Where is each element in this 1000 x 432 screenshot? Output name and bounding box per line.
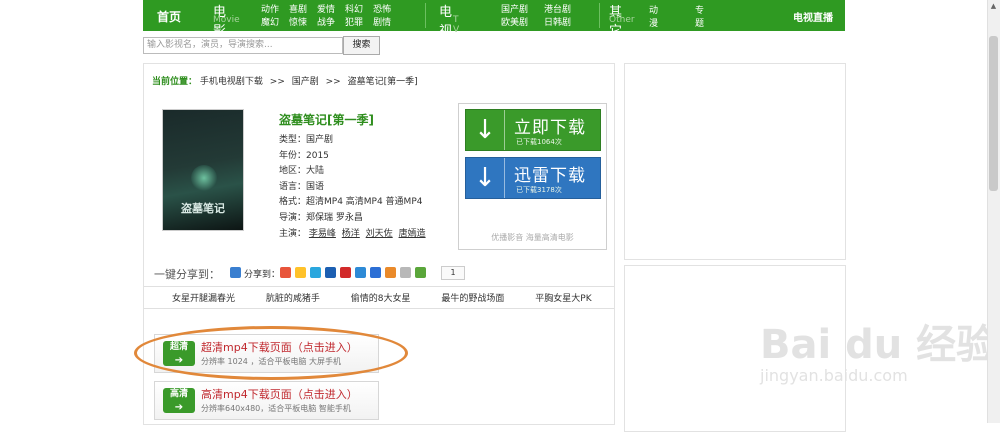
download-now-button[interactable]: ↓ 立即下载 已下载1064次 bbox=[465, 109, 601, 151]
movie-info: 盗墓笔记[第一季] 类型：国产剧 年份：2015 地区：大陆 语言：国语 格式：… bbox=[279, 111, 459, 241]
share-to-label[interactable]: 分享到： bbox=[244, 267, 280, 280]
share-count: 1 bbox=[441, 266, 465, 280]
nav-genre-link[interactable]: 欧美剧 bbox=[501, 15, 528, 28]
nav-genre-link[interactable]: 恐怖 bbox=[373, 2, 391, 15]
nav-tv-link[interactable]: 电 视 剧 bbox=[439, 1, 452, 58]
share-weibo-icon[interactable] bbox=[340, 267, 351, 278]
nav-genre-link[interactable]: 惊悚 bbox=[289, 15, 307, 28]
watermark-brand: Bai du 经验 bbox=[760, 322, 997, 368]
nav-divider bbox=[599, 3, 600, 28]
breadcrumb-link[interactable]: 手机电视剧下载 bbox=[200, 77, 263, 87]
badge-label: 高清 bbox=[169, 389, 188, 399]
breadcrumb-label: 当前位置： bbox=[152, 77, 198, 87]
share-kaixin-icon[interactable] bbox=[355, 267, 366, 278]
nav-home-link[interactable]: 首页 bbox=[157, 8, 181, 25]
movie-type: 类型：国产剧 bbox=[279, 135, 334, 145]
scroll-up-icon[interactable]: ▲ bbox=[987, 0, 1000, 13]
divider bbox=[144, 286, 614, 287]
tag-link[interactable]: 女星开腿漏春光 bbox=[172, 294, 235, 304]
nav-anime-link[interactable]: 动漫 bbox=[649, 3, 658, 29]
share-tencent-icon[interactable] bbox=[310, 267, 321, 278]
share-plus-icon[interactable] bbox=[230, 267, 241, 278]
nav-genre-link[interactable]: 港台剧 bbox=[544, 2, 571, 15]
download-arrow-icon: ↓ bbox=[466, 110, 505, 150]
download-slogan: 优播影音 海量高清电影 bbox=[491, 233, 574, 242]
breadcrumb-link[interactable]: 国产剧 bbox=[292, 77, 319, 87]
nav-genre-link[interactable]: 喜剧 bbox=[289, 2, 307, 15]
share-bar: 一键分享到： bbox=[154, 266, 220, 282]
xunlei-download-count: 已下载3178次 bbox=[516, 186, 562, 194]
download-now-count: 已下载1064次 bbox=[516, 138, 562, 146]
tag-link[interactable]: 偷情的8大女星 bbox=[351, 294, 411, 304]
download-badge-icon: 高清 ➔ bbox=[163, 388, 195, 413]
nav-other-sub: Other bbox=[609, 15, 635, 25]
tag-link[interactable]: 平胸女星大PK bbox=[535, 294, 591, 304]
nav-genre-link[interactable]: 剧情 bbox=[373, 15, 391, 28]
card-title: 高清mp4下载页面（点击进入） bbox=[201, 388, 358, 401]
movie-format: 格式：超清MP4 高清MP4 普通MP4 bbox=[279, 197, 423, 208]
movie-poster[interactable]: 盗墓笔记 bbox=[162, 109, 244, 231]
tag-link[interactable]: 最牛的野战场面 bbox=[441, 294, 504, 304]
movie-cast-label: 主演： bbox=[279, 228, 307, 239]
scrollbar-thumb[interactable] bbox=[989, 36, 998, 191]
cast-link[interactable]: 杨洋 bbox=[342, 229, 360, 239]
sidebar-panel-top bbox=[624, 63, 846, 260]
search-button[interactable]: 搜索 bbox=[343, 36, 380, 55]
sd-download-card[interactable]: 高清 ➔ 高清mp4下载页面（点击进入） 分辨率640x480，适合平板电脑 智… bbox=[154, 381, 379, 420]
nav-tv-live-link[interactable]: 电视直播 bbox=[793, 9, 833, 24]
share-star-icon[interactable] bbox=[295, 267, 306, 278]
share-baidu-icon[interactable] bbox=[370, 267, 381, 278]
movie-language: 语言：国语 bbox=[279, 181, 325, 192]
share-douban-icon[interactable] bbox=[385, 267, 396, 278]
download-arrow-icon: ↓ bbox=[466, 158, 505, 198]
nav-tv-sub: T V bbox=[453, 15, 460, 35]
nav-topic-link[interactable]: 专题 bbox=[695, 3, 704, 29]
breadcrumb-separator: >> bbox=[325, 77, 341, 87]
top-nav-bar: 首页 电 影 Movie 动作 魔幻 喜剧 惊悚 爱情 战争 科幻 犯罪 恐怖 … bbox=[143, 0, 845, 58]
nav-movie-genres: 动作 魔幻 喜剧 惊悚 爱情 战争 科幻 犯罪 恐怖 剧情 bbox=[261, 2, 391, 28]
nav-genre-link[interactable]: 日韩剧 bbox=[544, 15, 571, 28]
nav-divider bbox=[425, 3, 426, 28]
movie-title: 盗墓笔记[第一季] bbox=[279, 113, 374, 127]
breadcrumb: 当前位置： 手机电视剧下载 >> 国产剧 >> 盗墓笔记[第一季] bbox=[152, 74, 418, 87]
xunlei-download-label: 迅雷下载 bbox=[514, 166, 586, 186]
nav-genre-link[interactable]: 科幻 bbox=[345, 2, 363, 15]
download-now-label: 立即下载 bbox=[514, 118, 586, 138]
share-clover-icon[interactable] bbox=[415, 267, 426, 278]
share-qzone-icon[interactable] bbox=[280, 267, 291, 278]
nav-genre-link[interactable]: 动作 bbox=[261, 2, 279, 15]
share-copy-icon[interactable] bbox=[400, 267, 411, 278]
nav-genre-link[interactable]: 战争 bbox=[317, 15, 335, 28]
movie-region: 地区：大陆 bbox=[279, 166, 325, 177]
nav-genre-link[interactable]: 国产剧 bbox=[501, 2, 528, 15]
poster-title: 盗墓笔记 bbox=[181, 202, 225, 215]
nav-genre-link[interactable]: 犯罪 bbox=[345, 15, 363, 28]
tag-link[interactable]: 肮脏的咸猪手 bbox=[266, 294, 320, 304]
share-label: 一键分享到： bbox=[154, 268, 220, 281]
watermark: Bai du 经验 jingyan.baidu.com bbox=[760, 312, 996, 385]
arrow-right-icon: ➔ bbox=[174, 402, 184, 413]
cast-link[interactable]: 刘天佐 bbox=[366, 229, 393, 239]
download-box: ↓ 立即下载 已下载1064次 ↓ 迅雷下载 已下载3178次 优播影音 海量高… bbox=[458, 103, 607, 250]
cast-link[interactable]: 李易峰 bbox=[309, 229, 336, 239]
nav-tv-genres: 国产剧 欧美剧 港台剧 日韩剧 bbox=[501, 2, 571, 28]
movie-cast: 主演： 李易峰 杨洋 刘天佐 唐嫣造 bbox=[279, 226, 459, 242]
share-renren-icon[interactable] bbox=[325, 267, 336, 278]
breadcrumb-current: 盗墓笔记[第一季] bbox=[347, 77, 418, 87]
breadcrumb-separator: >> bbox=[269, 77, 285, 87]
movie-year: 年份：2015 bbox=[279, 150, 329, 161]
nav-genre-link[interactable]: 爱情 bbox=[317, 2, 335, 15]
tag-links: 女星开腿漏春光 肮脏的咸猪手 偷情的8大女星 最牛的野战场面 平胸女星大PK bbox=[172, 291, 620, 304]
movie-director: 导演：郑保瑞 罗永昌 bbox=[279, 212, 363, 223]
search-input[interactable]: 输入影视名，演员，导演搜索... bbox=[143, 37, 343, 54]
highlight-circle bbox=[134, 326, 408, 380]
xunlei-download-button[interactable]: ↓ 迅雷下载 已下载3178次 bbox=[465, 157, 601, 199]
card-desc: 分辨率640x480，适合平板电脑 智能手机 bbox=[201, 404, 351, 413]
cast-link[interactable]: 唐嫣造 bbox=[399, 229, 426, 239]
poster-glow bbox=[191, 165, 217, 191]
main-content: 当前位置： 手机电视剧下载 >> 国产剧 >> 盗墓笔记[第一季] 盗墓笔记 盗… bbox=[134, 63, 615, 425]
nav-movie-sub: Movie bbox=[213, 15, 240, 25]
nav-genre-link[interactable]: 魔幻 bbox=[261, 15, 279, 28]
divider bbox=[144, 308, 614, 309]
